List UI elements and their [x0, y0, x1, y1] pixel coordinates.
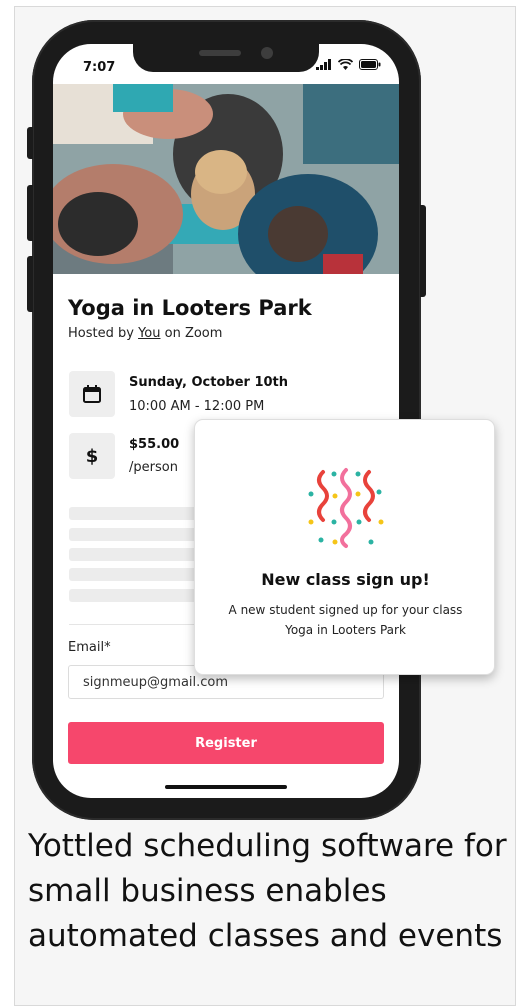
event-title: Yoga in Looters Park	[68, 296, 312, 320]
email-label: Email*	[68, 640, 111, 655]
status-time: 7:07	[83, 60, 116, 75]
phone-notch	[133, 44, 319, 72]
event-host-line: Hosted by You on Zoom	[68, 326, 222, 341]
calendar-tile	[69, 371, 115, 417]
price-tile: $	[69, 433, 115, 479]
confetti-icon	[308, 468, 384, 548]
phone-side-button	[27, 256, 33, 312]
host-link[interactable]: You	[138, 326, 160, 341]
hero-photo	[53, 84, 399, 274]
hosted-suffix: on Zoom	[160, 326, 223, 341]
phone-side-button	[27, 127, 33, 159]
event-time-range: 10:00 AM - 12:00 PM	[129, 399, 265, 414]
dollar-icon: $	[85, 445, 99, 467]
event-price: $55.00	[129, 437, 180, 452]
battery-icon	[359, 59, 381, 70]
front-camera	[261, 47, 273, 59]
notification-card[interactable]: New class sign up! A new student signed …	[194, 419, 495, 675]
signal-icon	[316, 59, 331, 70]
status-icons	[316, 59, 381, 70]
notification-title: New class sign up!	[261, 570, 430, 589]
event-price-unit: /person	[129, 460, 178, 475]
event-date: Sunday, October 10th	[129, 375, 289, 390]
caption-text: Yottled scheduling software for small bu…	[28, 828, 507, 954]
hosted-prefix: Hosted by	[68, 326, 139, 341]
calendar-icon	[83, 385, 101, 403]
wifi-icon	[338, 59, 353, 70]
speaker-grille	[199, 50, 241, 56]
notification-body: A new student signed up for your class Y…	[228, 603, 463, 637]
yoga-class-photo	[53, 84, 399, 274]
phone-power-button	[420, 205, 426, 297]
phone-side-button	[27, 185, 33, 241]
home-indicator	[165, 785, 287, 789]
register-button[interactable]: Register	[68, 722, 384, 764]
